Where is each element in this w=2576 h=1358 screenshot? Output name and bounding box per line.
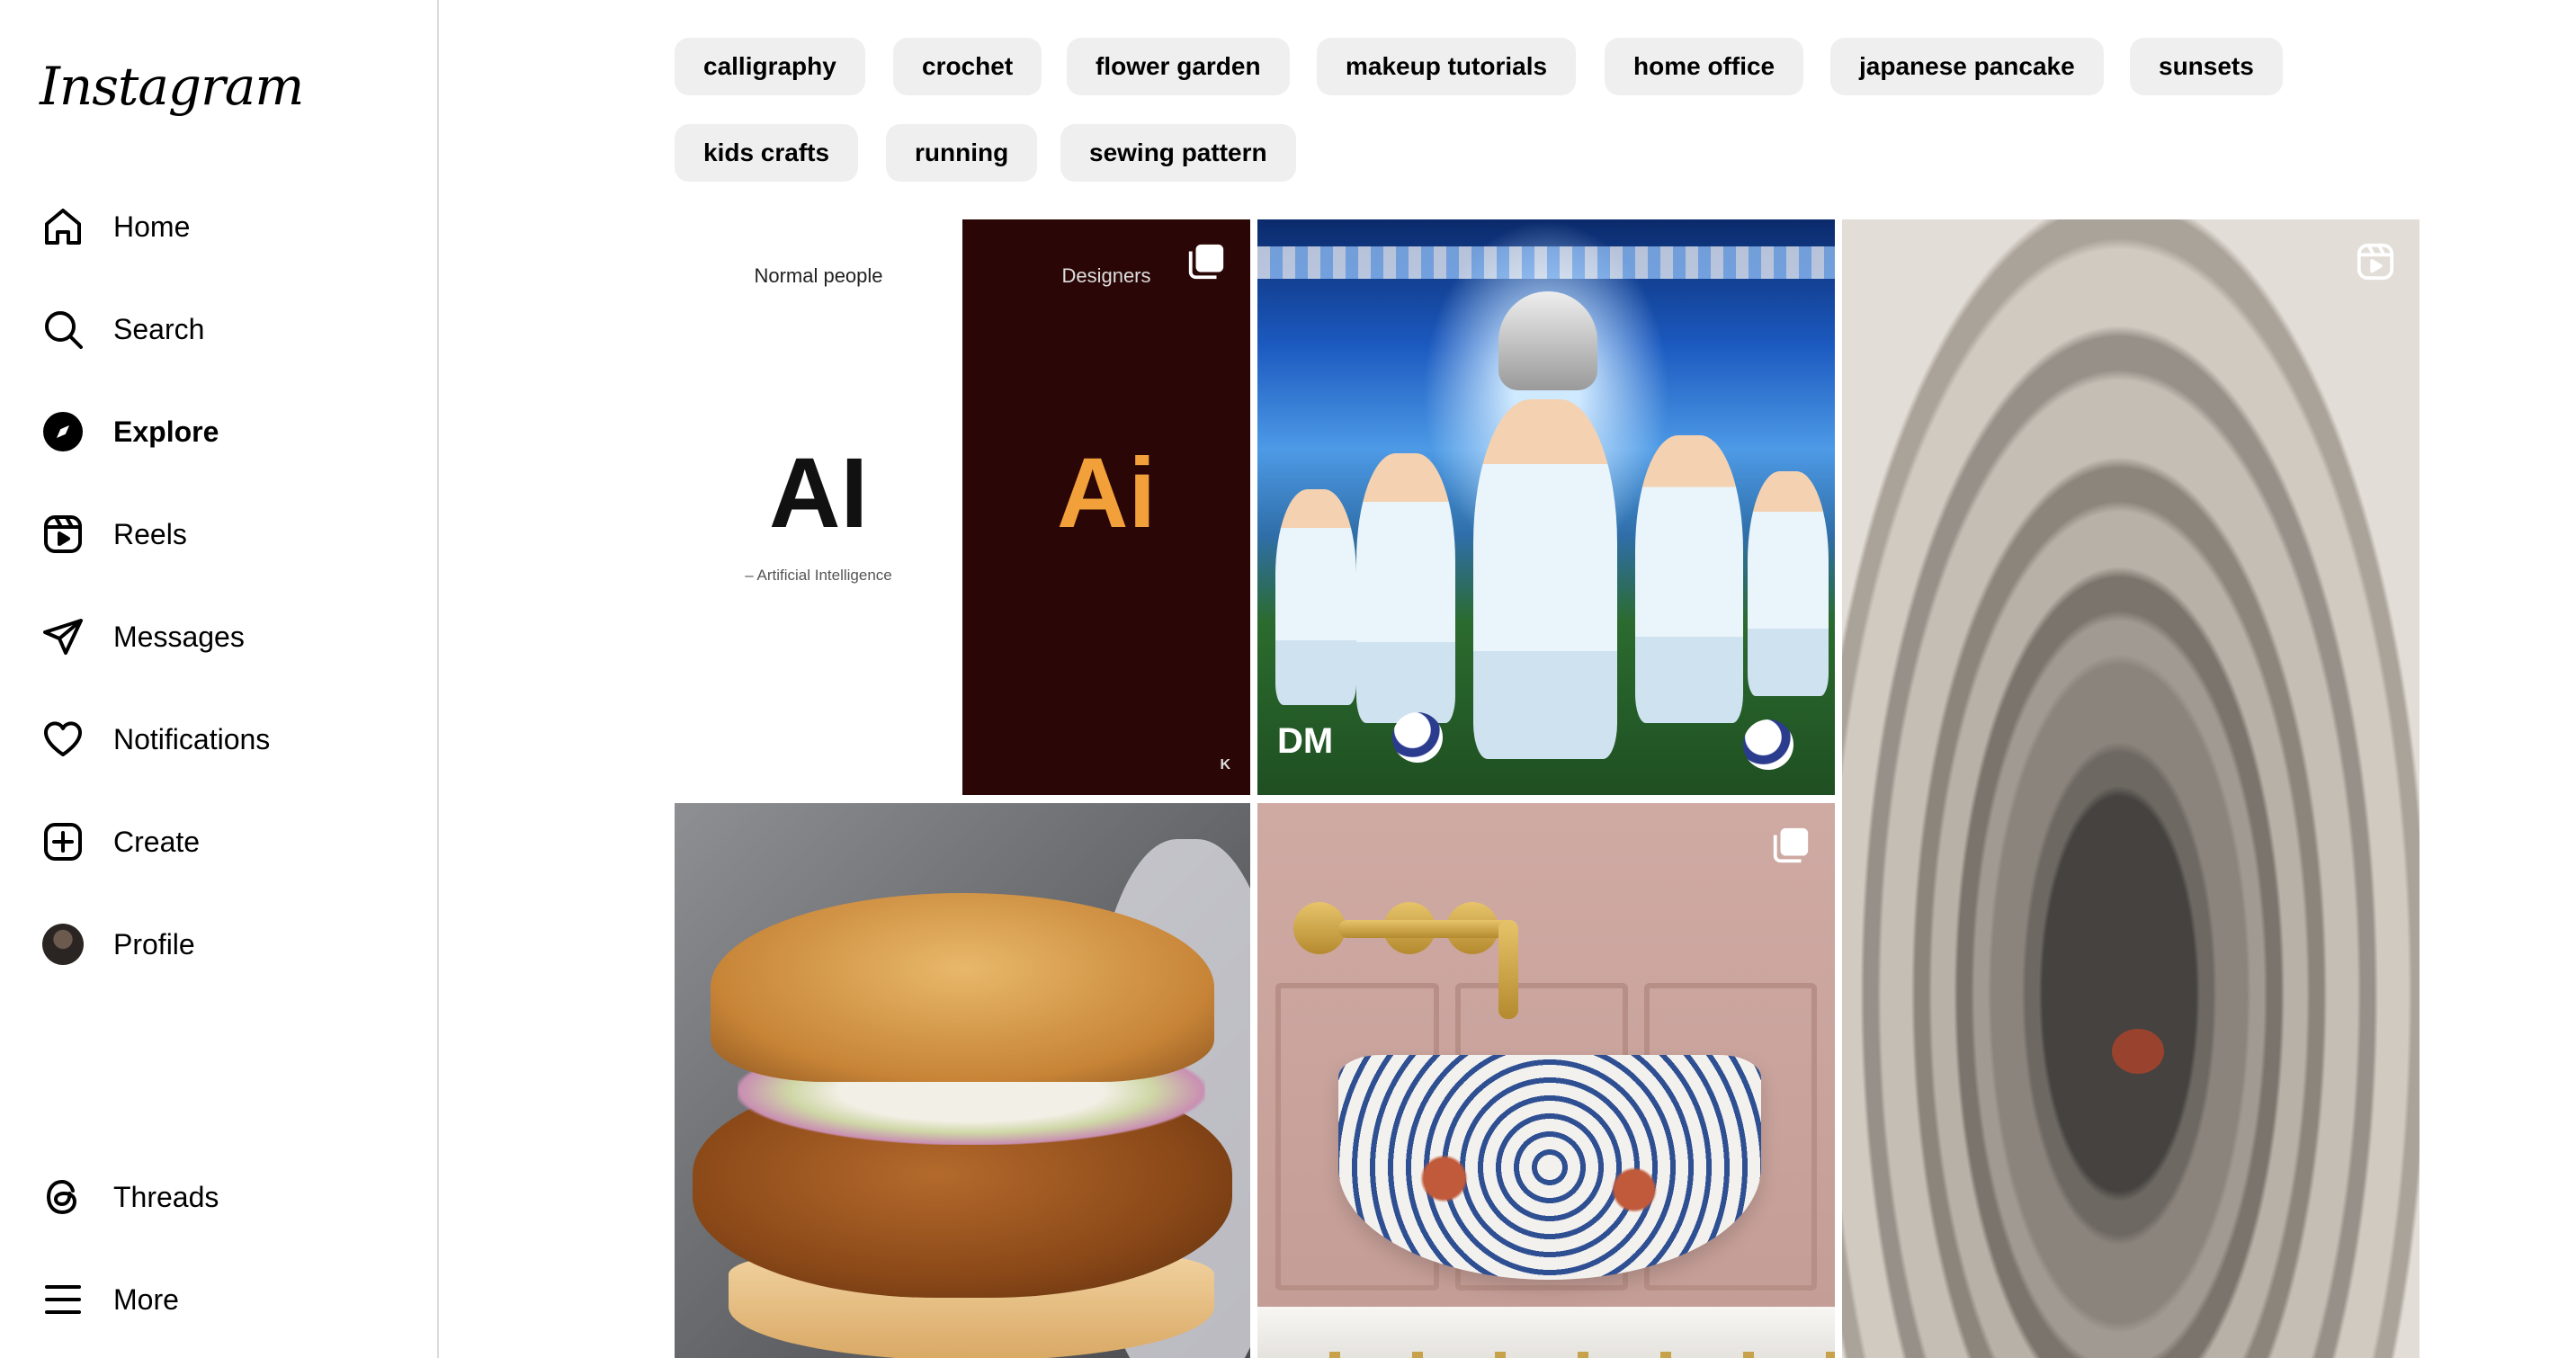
heart-icon bbox=[40, 716, 86, 763]
meme-left-caption: Normal people bbox=[754, 264, 883, 287]
reels-icon bbox=[40, 511, 86, 558]
nav-more[interactable]: More bbox=[40, 1273, 179, 1327]
nav-notifications-label: Notifications bbox=[113, 722, 271, 755]
home-icon bbox=[40, 203, 86, 250]
meme-right-panel: Designers Ai K bbox=[962, 219, 1250, 795]
basin-bowl bbox=[1338, 1055, 1761, 1280]
carousel-icon bbox=[1770, 825, 1811, 866]
well-image bbox=[1842, 219, 2419, 1358]
nav-profile-label: Profile bbox=[113, 927, 195, 960]
tap-spout bbox=[1338, 920, 1518, 938]
ball bbox=[1743, 719, 1793, 770]
topic-chip[interactable]: kids crafts bbox=[675, 124, 859, 182]
player bbox=[1473, 399, 1617, 759]
nav-home-label: Home bbox=[113, 210, 191, 243]
tap-spout bbox=[1498, 920, 1518, 1019]
nav-create-label: Create bbox=[113, 825, 201, 858]
create-icon bbox=[40, 818, 86, 865]
nav-search[interactable]: Search bbox=[40, 302, 204, 356]
topic-chip[interactable]: sunsets bbox=[2130, 38, 2283, 95]
topic-chip[interactable]: calligraphy bbox=[675, 38, 865, 95]
player bbox=[1748, 471, 1829, 696]
counter bbox=[1257, 1307, 1835, 1358]
meme-watermark: K bbox=[1220, 757, 1230, 773]
threads-icon bbox=[40, 1174, 86, 1220]
explore-icon bbox=[40, 408, 86, 455]
player bbox=[1356, 453, 1455, 723]
topic-chip[interactable]: crochet bbox=[893, 38, 1042, 95]
topic-chip[interactable]: running bbox=[886, 124, 1038, 182]
nav-more-label: More bbox=[113, 1282, 179, 1316]
carousel-icon bbox=[1185, 241, 1227, 282]
nav-search-label: Search bbox=[113, 312, 205, 345]
explore-post-sink[interactable] bbox=[1257, 803, 1835, 1358]
reels-icon bbox=[2355, 241, 2396, 282]
messages-icon bbox=[40, 613, 86, 660]
nav-profile[interactable]: Profile bbox=[40, 917, 195, 971]
meme-left-panel: Normal people AI – Artificial Intelligen… bbox=[675, 219, 962, 795]
nav-messages[interactable]: Messages bbox=[40, 610, 245, 664]
nav-reels[interactable]: Reels bbox=[40, 507, 187, 561]
nav-explore-label: Explore bbox=[113, 415, 219, 448]
nav-home[interactable]: Home bbox=[40, 200, 190, 254]
explore-post-football[interactable]: DM bbox=[1257, 219, 1835, 795]
nav-notifications[interactable]: Notifications bbox=[40, 712, 270, 766]
instagram-logo[interactable]: Instagram bbox=[40, 56, 304, 117]
sidebar: Instagram Home Search Explore Reels Mess… bbox=[0, 0, 439, 1358]
meme-left-title: AI bbox=[769, 438, 868, 549]
nav-messages-label: Messages bbox=[113, 620, 245, 653]
player bbox=[1275, 489, 1356, 705]
nav-explore[interactable]: Explore bbox=[40, 405, 219, 459]
explore-post-burger[interactable] bbox=[675, 803, 1250, 1358]
trophy bbox=[1498, 291, 1597, 390]
topic-chip[interactable]: makeup tutorials bbox=[1317, 38, 1577, 95]
counter-legs bbox=[1257, 1352, 1835, 1358]
nav-threads[interactable]: Threads bbox=[40, 1170, 219, 1224]
bun-top bbox=[711, 893, 1214, 1082]
nav-reels-label: Reels bbox=[113, 517, 187, 550]
stadium-lights bbox=[1257, 246, 1835, 279]
nav-threads-label: Threads bbox=[113, 1180, 219, 1213]
explore-post-well[interactable] bbox=[1842, 219, 2419, 1358]
topic-chip[interactable]: home office bbox=[1605, 38, 1804, 95]
well-figure bbox=[2112, 1029, 2164, 1074]
explore-post-meme[interactable]: Normal people AI – Artificial Intelligen… bbox=[675, 219, 1250, 795]
topic-chip[interactable]: flower garden bbox=[1067, 38, 1290, 95]
dm-logo: DM bbox=[1277, 721, 1334, 761]
nav-create[interactable]: Create bbox=[40, 815, 200, 869]
player bbox=[1635, 435, 1743, 723]
topic-chip[interactable]: japanese pancake bbox=[1830, 38, 2104, 95]
meme-right-title: Ai bbox=[1057, 438, 1156, 549]
ball bbox=[1392, 712, 1443, 763]
search-icon bbox=[40, 306, 86, 353]
meme-left-subtitle: – Artificial Intelligence bbox=[745, 567, 892, 584]
avatar bbox=[42, 924, 84, 965]
menu-icon bbox=[40, 1276, 86, 1323]
topic-chip[interactable]: sewing pattern bbox=[1060, 124, 1296, 182]
